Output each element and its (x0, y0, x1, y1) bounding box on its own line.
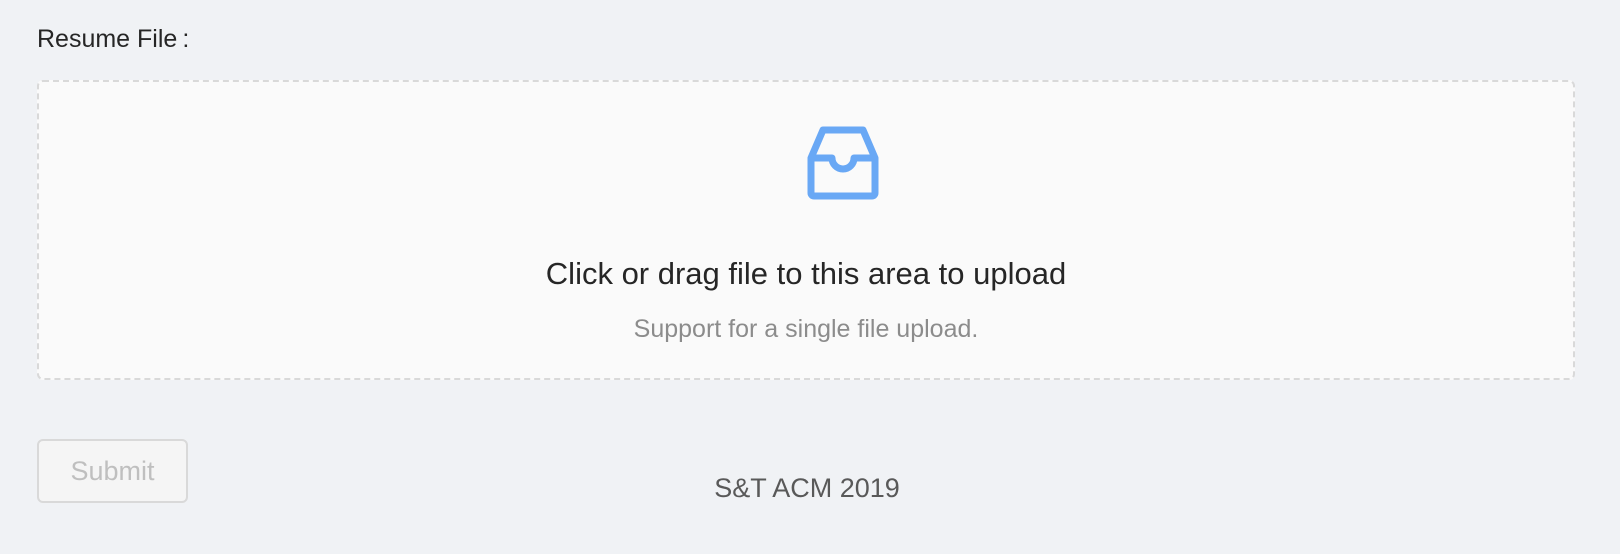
inbox-icon (807, 126, 879, 200)
footer-copyright: S&T ACM 2019 (714, 473, 900, 503)
upload-dropzone[interactable]: Click or drag file to this area to uploa… (37, 80, 1575, 380)
upload-instruction-text: Click or drag file to this area to uploa… (545, 256, 1067, 291)
upload-hint-text: Support for a single file upload. (633, 315, 979, 343)
label-colon: : (182, 25, 190, 53)
resume-file-label: Resume File: (37, 22, 189, 56)
resume-file-label-text: Resume File (37, 25, 178, 53)
